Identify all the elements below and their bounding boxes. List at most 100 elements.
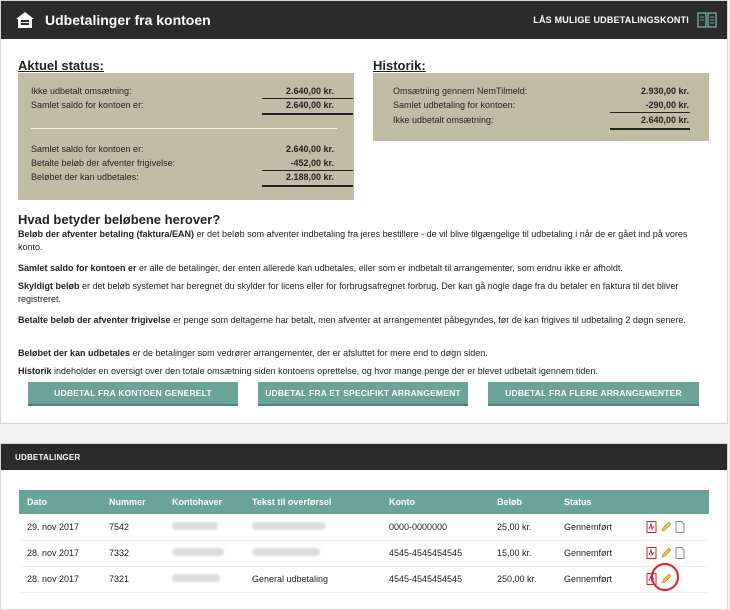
history-value: 2.640,00 kr. — [640, 115, 689, 125]
explanation-item: Beløb der afventer betaling (faktura/EAN… — [18, 229, 688, 252]
status-label: Betalte beløb der afventer frigivelse: — [31, 158, 176, 168]
status-row: Samlet saldo for kontoen er: 2.640,00 kr… — [31, 100, 334, 112]
payouts-header: UDBETALINGER — [1, 444, 727, 470]
status-label: Samlet saldo for kontoen er: — [31, 144, 144, 154]
history-row: Ikke udbetalt omsætning: 2.640,00 kr. — [393, 115, 689, 127]
cell-holder — [164, 514, 244, 540]
row-actions — [646, 520, 709, 533]
status-row: Betalte beløb der afventer frigivelse: -… — [31, 158, 334, 170]
edit-pencil-icon[interactable] — [660, 521, 672, 533]
redacted-holder — [172, 521, 218, 530]
cell-actions — [638, 514, 709, 540]
status-label: Samlet saldo for kontoen er: — [31, 100, 144, 110]
cell-number: 7542 — [109, 521, 130, 532]
cell-status: Gennemført — [564, 574, 613, 584]
explanation-heading: Hvad betyder beløbene herover? — [18, 212, 221, 227]
cell-text: General udbetaling — [252, 574, 329, 584]
history-heading: Historik: — [373, 58, 426, 73]
row-actions — [646, 547, 709, 559]
lock-accounts-link[interactable]: LÅS MULIGE UDBETALINGSKONTI — [533, 12, 717, 28]
table-row: 28. nov 2017 7321 General udbetaling 454… — [19, 566, 709, 592]
cell-account: 4545-4545454545 — [389, 574, 463, 584]
status-value: 2.640,00 kr. — [285, 100, 334, 110]
history-value: -290,00 kr. — [645, 100, 689, 110]
redacted-text — [252, 548, 320, 556]
cell-text — [244, 514, 381, 540]
explanation-item: Beløbet der kan udbetales er de betaling… — [18, 348, 488, 358]
home-icon — [16, 12, 34, 28]
double-underline — [262, 113, 353, 115]
status-heading: Aktuel status: — [18, 58, 104, 73]
cell-number: 7321 — [109, 574, 130, 584]
cell-amount: 250,00 kr. — [497, 574, 537, 584]
cell-date: 29. nov 2017 — [27, 521, 80, 532]
pdf-icon[interactable] — [646, 547, 657, 559]
payout-general-button[interactable]: UDBETAL FRA KONTOEN GENERELT — [28, 382, 238, 406]
col-amount: Beløb — [497, 497, 523, 507]
history-row: Omsætning gennem NemTilmeld: 2.930,00 kr… — [393, 86, 689, 98]
col-transfer-text: Tekst til overførsel — [252, 497, 332, 507]
table-header-row: Dato Nummer Kontohaver Tekst til overfør… — [19, 490, 709, 514]
status-row: Beløbet der kan udbetales: 2.188,00 kr. — [31, 172, 334, 184]
history-label: Omsætning gennem NemTilmeld: — [393, 86, 528, 96]
status-row: Samlet saldo for kontoen er: 2.640,00 kr… — [31, 144, 334, 156]
history-box: Omsætning gennem NemTilmeld: 2.930,00 kr… — [373, 73, 709, 141]
status-value: 2.640,00 kr. — [285, 86, 334, 96]
explanation-item: Skyldigt beløb er det beløb systemet har… — [18, 281, 679, 304]
history-row: Samlet udbetaling for kontoen: -290,00 k… — [393, 100, 689, 112]
status-row: Ikke udbetalt omsætning: 2.640,00 kr. — [31, 86, 334, 98]
col-status: Status — [564, 497, 592, 507]
redacted-text — [252, 521, 326, 530]
redacted-holder — [172, 574, 220, 582]
redacted-holder — [172, 548, 224, 556]
cell-status: Gennemført — [564, 521, 613, 532]
col-number: Nummer — [109, 497, 146, 507]
cell-text — [244, 540, 381, 566]
underline — [262, 170, 353, 171]
page-title: Udbetalinger fra kontoen — [45, 12, 211, 28]
history-label: Samlet udbetaling for kontoen: — [393, 100, 516, 110]
cell-date: 28. nov 2017 — [27, 574, 80, 584]
status-box: Ikke udbetalt omsætning: 2.640,00 kr. Sa… — [18, 73, 354, 200]
col-date: Dato — [27, 497, 47, 507]
payouts-panel: UDBETALINGER Dato Nummer Kontohaver Teks… — [0, 443, 728, 610]
underline — [610, 112, 690, 113]
pdf-icon[interactable] — [646, 520, 657, 533]
explanation-item: Samlet saldo for kontoen er er alle de b… — [18, 263, 623, 273]
divider — [31, 128, 337, 129]
double-underline — [262, 185, 353, 187]
status-value: -452,00 kr. — [290, 158, 334, 168]
payout-multiple-button[interactable]: UDBETAL FRA FLERE ARRANGEMENTER — [488, 382, 699, 406]
panel-header: Udbetalinger fra kontoen LÅS MULIGE UDBE… — [1, 1, 727, 39]
status-value: 2.188,00 kr. — [285, 172, 334, 182]
underline — [262, 98, 353, 99]
status-label: Ikke udbetalt omsætning: — [31, 86, 132, 96]
col-account-holder: Kontohaver — [172, 497, 223, 507]
table-row: 29. nov 2017 7542 0000-0000000 25,00 kr.… — [19, 514, 709, 540]
document-icon[interactable] — [675, 547, 685, 559]
table-row: 28. nov 2017 7332 4545-4545454545 15,00 … — [19, 540, 709, 566]
explanation-item: Betalte beløb der afventer frigivelse er… — [18, 315, 686, 325]
highlight-circle — [651, 563, 679, 591]
explanation-item: Historik indeholder en oversigt over den… — [18, 366, 598, 376]
edit-pencil-icon[interactable] — [660, 547, 672, 559]
cell-account: 0000-0000000 — [389, 521, 448, 532]
cell-actions — [638, 540, 709, 566]
history-label: Ikke udbetalt omsætning: — [393, 115, 494, 125]
document-icon[interactable] — [675, 520, 685, 533]
cell-amount: 15,00 kr. — [497, 548, 532, 558]
col-actions — [638, 490, 709, 514]
book-icon — [697, 12, 717, 28]
double-underline — [610, 128, 690, 130]
cell-date: 28. nov 2017 — [27, 548, 80, 558]
cell-status: Gennemført — [564, 548, 613, 558]
cell-holder — [164, 540, 244, 566]
payout-specific-button[interactable]: UDBETAL FRA ET SPECIFIKT ARRANGEMENT — [258, 382, 468, 406]
cell-holder — [164, 566, 244, 592]
col-account: Konto — [389, 497, 415, 507]
cell-number: 7332 — [109, 548, 130, 558]
lock-accounts-label: LÅS MULIGE UDBETALINGSKONTI — [533, 15, 689, 25]
history-value: 2.930,00 kr. — [640, 86, 689, 96]
cell-account: 4545-4545454545 — [389, 548, 463, 558]
status-value: 2.640,00 kr. — [285, 144, 334, 154]
